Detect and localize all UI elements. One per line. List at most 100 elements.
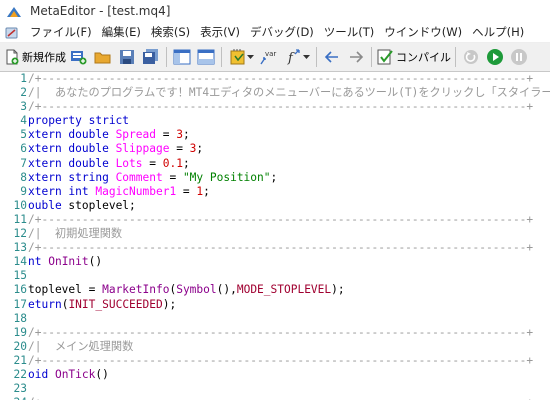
toolbox-toggle-button[interactable] (195, 46, 217, 68)
code-line[interactable]: /+--------------------------------------… (28, 100, 550, 114)
code-line[interactable]: /| あなたのプログラムです！MT4エディタのメニューバーにあるツール(T)をク… (28, 86, 550, 100)
compile-check-icon (377, 49, 393, 65)
line-number: 1 (20, 72, 27, 85)
new-project-button[interactable] (68, 46, 90, 68)
line-number: 18 (13, 311, 27, 325)
code-line[interactable]: /+--------------------------------------… (28, 396, 550, 400)
code-token: /| あなたのプログラムです！MT4エディタのメニューバーにあるツール(T)をク… (28, 86, 550, 100)
code-token: ; (196, 142, 204, 156)
menu-view[interactable]: 表示(V) (200, 24, 240, 40)
code-line[interactable]: xtern double Spread = 3; (28, 128, 550, 142)
code-token: xtern int (28, 184, 96, 198)
code-token: Spread (115, 128, 156, 142)
line-number: 17 (13, 297, 27, 311)
code-line[interactable]: /+--------------------------------------… (28, 241, 550, 255)
menu-debug[interactable]: デバッグ(D) (250, 24, 314, 40)
code-token: INIT_SUCCEEDED (68, 297, 163, 311)
code-line[interactable]: eturn(INIT_SUCCEEDED); (28, 298, 550, 312)
save-all-icon (143, 49, 158, 64)
code-area[interactable]: /+--------------------------------------… (28, 72, 550, 400)
code-line[interactable]: /+--------------------------------------… (28, 72, 550, 86)
code-token: /+--------------------------------------… (28, 241, 534, 255)
menu-file[interactable]: ファイル(F) (30, 24, 92, 40)
line-number: 3 (20, 100, 27, 114)
system-menu-icon[interactable] (4, 25, 20, 39)
save-all-button[interactable] (140, 46, 162, 68)
code-line[interactable]: nt OnInit() (28, 255, 550, 269)
code-token: /+--------------------------------------… (28, 396, 533, 400)
code-line[interactable]: xtern double Lots = 0.1; (28, 157, 550, 171)
code-token: nt (28, 255, 49, 269)
code-token: /| 初期処理関数 (28, 227, 123, 241)
code-line[interactable]: xtern double Slippage = 3; (28, 142, 550, 156)
code-line[interactable]: oid OnTick() (28, 368, 550, 382)
compile-button[interactable]: コンパイル (376, 46, 451, 68)
new-file-icon (6, 49, 19, 65)
menu-tools[interactable]: ツール(T) (324, 24, 375, 40)
insert-var-button[interactable]: var (258, 46, 280, 68)
code-token: (), (216, 283, 237, 297)
code-token: MagicNumber1 (95, 184, 177, 198)
code-line[interactable] (28, 269, 550, 283)
code-line[interactable]: /| メイン処理関数 (28, 340, 550, 354)
menu-edit[interactable]: 編集(E) (102, 24, 141, 40)
code-token: xtern double (28, 128, 116, 142)
code-token: Lots (115, 156, 143, 170)
code-token: eturn (28, 297, 62, 311)
navigator-toggle-button[interactable] (171, 46, 193, 68)
compile-label: コンパイル (396, 51, 451, 64)
code-line[interactable]: /| 初期処理関数 (28, 227, 550, 241)
code-line[interactable] (28, 382, 550, 396)
open-folder-icon (94, 52, 111, 64)
new-file-label: 新規作成 (22, 51, 66, 64)
code-line[interactable]: property strict (28, 114, 550, 128)
code-line[interactable]: xtern int MagicNumber1 = 1; (28, 185, 550, 199)
code-line[interactable]: ouble stoplevel; (28, 199, 550, 213)
code-token: /+--------------------------------------… (28, 100, 534, 114)
code-token: toplevel = (28, 283, 103, 297)
save-button[interactable] (116, 46, 138, 68)
code-token: /| メイン処理関数 (28, 339, 134, 353)
toolbar-separator (371, 47, 372, 67)
reload-button[interactable] (460, 46, 482, 68)
insert-function-button[interactable]: f (282, 46, 312, 68)
menu-search[interactable]: 検索(S) (151, 24, 190, 40)
code-token: Symbol (176, 283, 217, 297)
code-token: OnInit (48, 255, 89, 269)
styles-dropdown-button[interactable] (226, 46, 256, 68)
code-line[interactable]: toplevel = MarketInfo(Symbol(),MODE_STOP… (28, 283, 550, 297)
open-button[interactable] (92, 46, 114, 68)
code-token: /+--------------------------------------… (28, 212, 534, 226)
code-token: ; (203, 184, 210, 198)
code-line[interactable] (28, 312, 550, 326)
back-button[interactable] (321, 46, 343, 68)
code-token: = (162, 170, 183, 184)
code-line[interactable]: /+--------------------------------------… (28, 354, 550, 368)
line-number: 15 (13, 269, 27, 283)
menu-window[interactable]: ウインドウ(W) (384, 24, 462, 40)
start-debug-button[interactable] (484, 46, 506, 68)
arrow-right-icon (350, 51, 364, 63)
code-line[interactable]: xtern string Comment = "My Position"; (28, 171, 550, 185)
line-number: 7 (20, 156, 27, 170)
pause-debug-button[interactable] (508, 46, 530, 68)
code-token: xtern double (28, 142, 116, 156)
line-number: 9 (20, 184, 27, 198)
line-number: 21 (13, 353, 27, 367)
code-token: = (176, 184, 197, 198)
variable-icon: var (260, 50, 276, 65)
code-token: 0.1 (162, 156, 183, 170)
toolbar-separator (316, 47, 317, 67)
code-token: ; (182, 128, 190, 142)
code-editor[interactable]: 123456789101112131415161718192021222324 … (0, 72, 550, 400)
code-token: = (155, 128, 177, 142)
menu-help[interactable]: ヘルプ(H) (472, 24, 524, 40)
code-token: ouble (28, 198, 69, 212)
toolbar-separator (221, 47, 222, 67)
code-token: oid (28, 367, 55, 381)
code-line[interactable]: /+--------------------------------------… (28, 326, 550, 340)
new-file-button[interactable]: 新規作成 (4, 46, 66, 68)
code-line[interactable]: /+--------------------------------------… (28, 213, 550, 227)
forward-button[interactable] (345, 46, 367, 68)
title-bar: MetaEditor - [test.mq4] (0, 0, 550, 22)
